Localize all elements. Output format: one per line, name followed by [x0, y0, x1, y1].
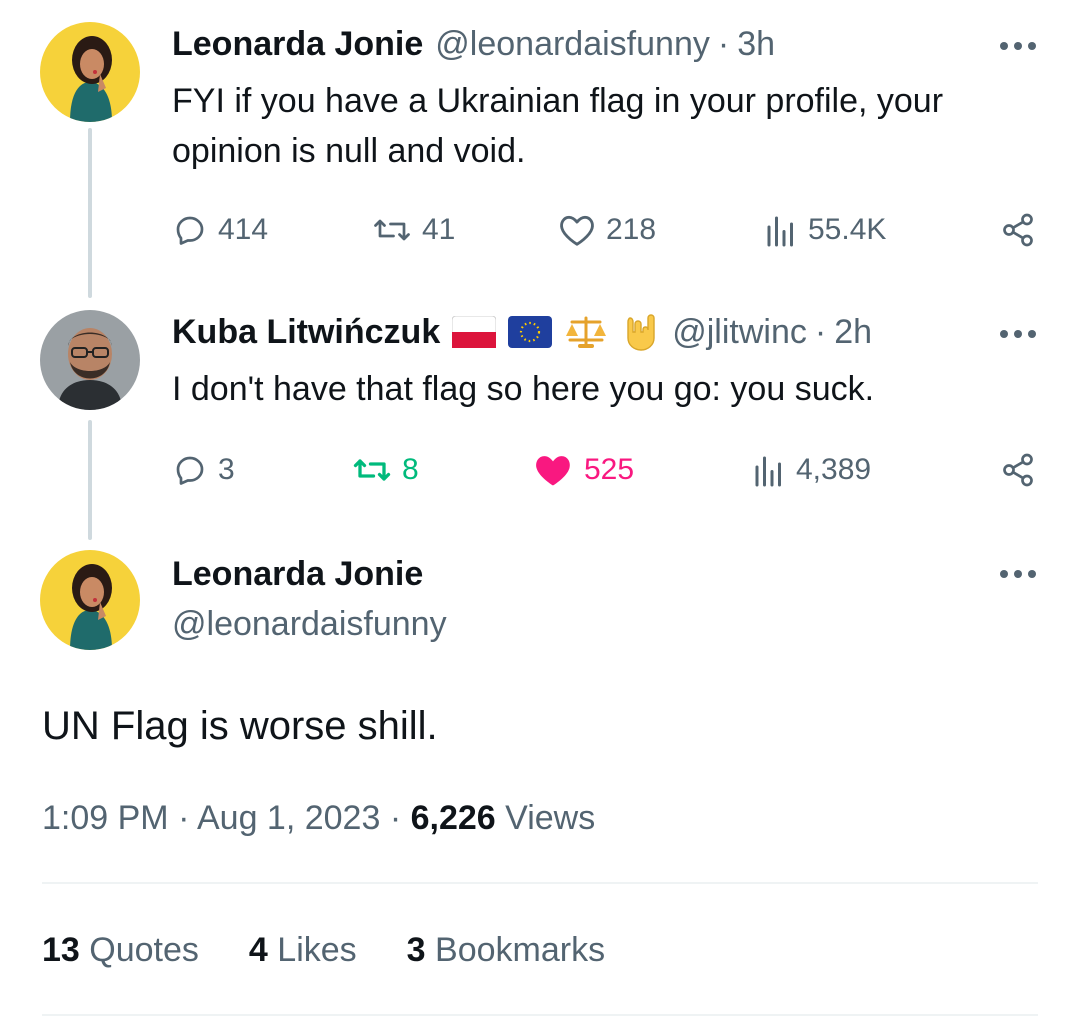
- tweet-reply-1[interactable]: Leonarda Jonie @leonardaisfunny · 3h FYI…: [0, 22, 1080, 272]
- tweet-time[interactable]: 2h: [834, 310, 872, 354]
- tweet-header: Kuba Litwińczuk @jlitwinc · 2h: [172, 310, 872, 354]
- views-chart-icon: [755, 456, 781, 487]
- retweet-button[interactable]: 8: [352, 448, 419, 492]
- views-count: 6,226: [410, 799, 496, 837]
- author-handle[interactable]: @leonardaisfunny: [435, 22, 710, 66]
- heart-filled-icon: [536, 456, 570, 486]
- main-tweet-text: UN Flag is worse shill.: [42, 704, 438, 748]
- reply-count: 414: [218, 213, 269, 246]
- rock-hand-icon: [620, 312, 660, 352]
- retweet-count: 8: [402, 453, 419, 486]
- tweet-actions: 414 41 218 55.4K: [172, 208, 1036, 252]
- likes-stat[interactable]: 4 Likes: [249, 928, 357, 972]
- scales-icon: [564, 314, 608, 350]
- retweet-count: 41: [422, 213, 456, 246]
- divider: [42, 882, 1038, 884]
- tweet-date[interactable]: Aug 1, 2023: [197, 799, 380, 837]
- reply-button[interactable]: 3: [172, 448, 235, 492]
- retweet-button[interactable]: 41: [372, 208, 455, 252]
- engagement-stats: 13 Quotes 4 Likes 3 Bookmarks: [42, 928, 655, 972]
- share-icon: [1003, 453, 1033, 487]
- avatar[interactable]: [40, 310, 140, 410]
- like-button[interactable]: 525: [532, 448, 634, 492]
- tweet-time[interactable]: 1:09 PM: [42, 799, 169, 837]
- likes-count: 4: [248, 931, 268, 969]
- reply-button[interactable]: 414: [172, 208, 268, 252]
- more-options-button[interactable]: [1000, 568, 1036, 580]
- bookmarks-count: 3: [406, 931, 426, 969]
- flag-poland-icon: [452, 316, 497, 348]
- like-button[interactable]: 218: [558, 208, 656, 252]
- avatar[interactable]: [40, 22, 140, 122]
- views-label: Views: [505, 799, 596, 837]
- quotes-count: 13: [42, 931, 80, 969]
- share-button[interactable]: [1000, 208, 1036, 252]
- tweet-meta: 1:09 PM · Aug 1, 2023 · 6,226 Views: [42, 796, 595, 840]
- views-count: 55.4K: [808, 213, 887, 246]
- bookmarks-label: Bookmarks: [435, 931, 606, 969]
- views-button[interactable]: 55.4K: [764, 208, 886, 252]
- views-chart-icon: [767, 216, 793, 247]
- more-options-button[interactable]: [1000, 328, 1036, 340]
- share-icon: [1003, 213, 1033, 247]
- like-count: 218: [606, 213, 657, 246]
- bookmarks-stat[interactable]: 3 Bookmarks: [407, 928, 605, 972]
- divider: [42, 1014, 1038, 1016]
- tweet-actions: 3 8 525 4,389: [172, 448, 1036, 492]
- tweet-text: FYI if you have a Ukrainian flag in your…: [172, 82, 944, 170]
- quotes-stat[interactable]: 13 Quotes: [42, 928, 199, 972]
- tweet-time[interactable]: 3h: [737, 22, 775, 66]
- retweet-icon: [374, 219, 410, 241]
- likes-label: Likes: [277, 931, 357, 969]
- more-options-button[interactable]: [1000, 40, 1036, 52]
- separator-dot: ·: [717, 25, 730, 63]
- tweet-header: Leonarda Jonie @leonardaisfunny · 3h: [172, 22, 775, 66]
- separator-dot: ·: [814, 313, 827, 351]
- tweet-text: I don't have that flag so here you go: y…: [172, 370, 875, 408]
- separator-dot: ·: [178, 799, 190, 837]
- share-button[interactable]: [1000, 448, 1036, 492]
- views-count: 4,389: [796, 453, 872, 486]
- like-count: 525: [584, 453, 635, 486]
- author-handle[interactable]: @jlitwinc: [672, 310, 807, 354]
- author-name[interactable]: Leonarda Jonie: [172, 22, 423, 66]
- retweet-icon: [353, 459, 391, 481]
- reply-count: 3: [218, 453, 235, 486]
- avatar[interactable]: [40, 550, 140, 650]
- tweet-reply-2[interactable]: Kuba Litwińczuk @jlitwinc · 2h I don't h…: [0, 310, 1080, 510]
- reply-icon: [176, 216, 204, 245]
- author-handle[interactable]: @leonardaisfunny: [172, 602, 447, 646]
- author-name[interactable]: Kuba Litwińczuk: [172, 310, 440, 354]
- reply-icon: [176, 456, 204, 485]
- separator-dot: ·: [389, 799, 402, 837]
- heart-icon: [560, 215, 594, 246]
- quotes-label: Quotes: [89, 931, 199, 969]
- views-button[interactable]: 4,389: [752, 448, 871, 492]
- flag-eu-icon: [508, 316, 553, 348]
- author-name[interactable]: Leonarda Jonie: [172, 552, 423, 596]
